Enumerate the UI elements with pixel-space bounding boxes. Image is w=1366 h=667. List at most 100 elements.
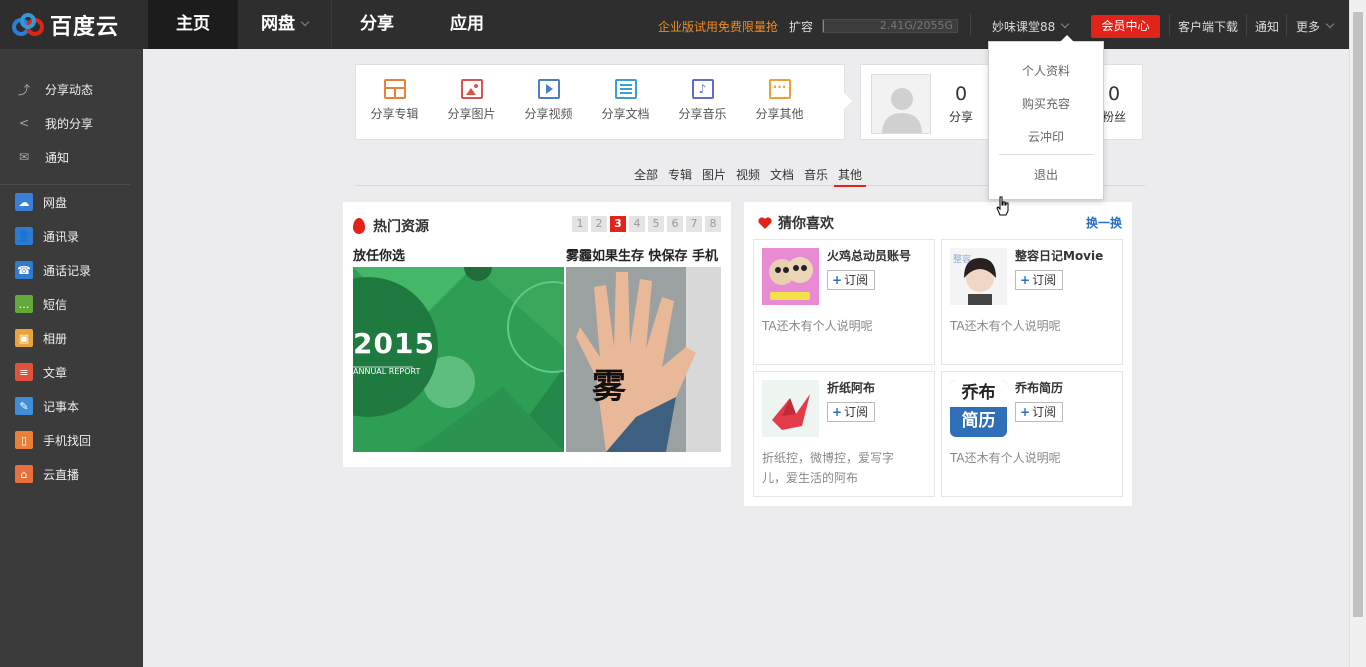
vip-center-button[interactable]: 会员中心 [1091,15,1160,38]
brand-name: 百度云 [50,14,120,40]
sidebar-item-sms[interactable]: … 短信 [0,289,143,319]
resource-image-report[interactable]: 2015 ANNUAL REPORT [353,267,564,452]
tab-music[interactable]: 音乐 [804,166,828,187]
menu-item-profile[interactable]: 个人资料 [989,62,1103,79]
sidebar-item-phone-find[interactable]: ▯ 手机找回 [0,425,143,455]
user-dropdown-menu: 个人资料 购买充容 云冲印 退出 [988,35,1104,200]
card-avatar[interactable]: 乔布 简历 [950,380,1007,437]
enterprise-promo-link[interactable]: 企业版试用免费限量抢 [658,18,778,35]
sidebar-item-activity[interactable]: ⤴ 分享动态 [0,74,143,104]
card-name[interactable]: 整容日记Movie [1015,247,1103,264]
share-music-label: 分享音乐 [678,107,727,121]
hot-resources-panel: 热门资源 1 2 3 4 5 6 7 8 放任你选 雾霾如果生存 快保存 手机 … [343,202,731,467]
sidebar-item-netdisk[interactable]: ☁ 网盘 [0,187,143,217]
recommend-card[interactable]: 折纸阿布 + 订阅 折纸控，微博控，爱写字儿，爱生活的阿布 [753,371,935,497]
tab-all[interactable]: 全部 [634,166,658,187]
resource-caption[interactable]: 放任你选 [353,245,564,265]
divider [1286,14,1287,36]
tab-document[interactable]: 文档 [770,166,794,187]
sidebar-divider [0,184,130,185]
sidebar-item-notepad[interactable]: ✎ 记事本 [0,391,143,421]
page-1[interactable]: 1 [572,216,588,232]
scrollbar-thumb[interactable] [1353,12,1363,617]
subscribe-button[interactable]: + 订阅 [1015,270,1063,290]
sidebar-item-my-shares[interactable]: < 我的分享 [0,108,143,138]
share-icon: < [18,116,30,130]
resource-image-smog[interactable]: 雾 [566,267,721,452]
page-6[interactable]: 6 [667,216,683,232]
tab-album[interactable]: 专辑 [668,166,692,187]
nav-apps[interactable]: 应用 [421,0,513,49]
share-album-button[interactable]: 分享专辑 [356,77,433,127]
expand-storage-link[interactable]: 扩容 [789,18,813,35]
card-name[interactable]: 乔布简历 [1015,379,1063,396]
plus-icon: + [1020,405,1031,419]
chevron-down-icon [1325,19,1335,29]
recommend-card[interactable]: 乔布 简历 乔布简历 + 订阅 TA还木有个人说明呢 [941,371,1123,497]
avatar[interactable] [871,74,931,134]
cloud-icon: ☁ [15,193,33,211]
username: 妙味课堂88 [992,20,1056,34]
client-download-link[interactable]: 客户端下载 [1178,18,1238,35]
subscribe-button[interactable]: + 订阅 [827,402,875,422]
subscribe-label: 订阅 [1032,405,1057,419]
report-subtitle: ANNUAL REPORT [353,367,421,376]
menu-item-logout[interactable]: 退出 [989,166,1103,183]
card-avatar[interactable]: 整容 [950,248,1007,305]
page-7[interactable]: 7 [686,216,702,232]
sidebar-item-label: 文章 [43,365,68,380]
card-avatar[interactable] [762,248,819,305]
guess-title-text: 猜你喜欢 [778,216,834,232]
nav-share[interactable]: 分享 [333,0,421,49]
sidebar-item-album[interactable]: ▣ 相册 [0,323,143,353]
sidebar-item-live[interactable]: ⌂ 云直播 [0,459,143,489]
share-video-button[interactable]: 分享视频 [510,77,587,127]
page-4[interactable]: 4 [629,216,645,232]
share-document-button[interactable]: 分享文档 [587,77,664,127]
sidebar-item-call-log[interactable]: ☎ 通话记录 [0,255,143,285]
tab-image[interactable]: 图片 [702,166,726,187]
card-avatar[interactable] [762,380,819,437]
share-music-button[interactable]: ♪ 分享音乐 [664,77,741,127]
more-menu[interactable]: 更多 [1296,18,1335,35]
page-8[interactable]: 8 [705,216,721,232]
sidebar-item-contacts[interactable]: 👤 通讯录 [0,221,143,251]
video-icon [537,79,560,99]
contact-icon: 👤 [15,227,33,245]
recommend-card[interactable]: 火鸡总动员账号 + 订阅 TA还木有个人说明呢 [753,239,935,365]
page-3[interactable]: 3 [610,216,626,232]
username-menu[interactable]: 妙味课堂88 [992,18,1070,35]
origami-avatar-image [762,380,819,437]
refresh-link[interactable]: 换一换 [1086,214,1122,231]
notification-link[interactable]: 通知 [1255,18,1279,35]
sidebar-item-notifications[interactable]: ✉ 通知 [0,142,143,172]
share-other-button[interactable]: ··· 分享其他 [741,77,818,127]
share-count[interactable]: 0 分享 [941,83,981,125]
menu-item-purchase[interactable]: 购买充容 [989,95,1103,112]
mail-icon: ✉ [18,150,30,164]
subscribe-button[interactable]: + 订阅 [827,270,875,290]
nav-home[interactable]: 主页 [148,0,238,49]
menu-item-cloud-print[interactable]: 云冲印 [989,128,1103,145]
logo[interactable]: 百度云 [0,0,148,49]
resource-caption[interactable]: 雾霾如果生存 快保存 手机 [566,245,721,265]
vertical-scrollbar[interactable] [1349,0,1366,667]
page-5[interactable]: 5 [648,216,664,232]
heart-icon [758,217,772,229]
plus-icon: + [832,273,843,287]
sidebar-item-label: 相册 [43,331,68,346]
subscribe-label: 订阅 [844,273,869,287]
share-image-button[interactable]: 分享图片 [433,77,510,127]
tab-other[interactable]: 其他 [834,166,867,187]
subscribe-button[interactable]: + 订阅 [1015,402,1063,422]
card-name[interactable]: 折纸阿布 [827,379,875,396]
sidebar-item-articles[interactable]: ≡ 文章 [0,357,143,387]
nav-disk-label: 网盘 [261,14,295,34]
nav-disk[interactable]: 网盘 [238,0,332,49]
recommend-card[interactable]: 整容 整容日记Movie + 订阅 TA还木有个人说明呢 [941,239,1123,365]
card-name[interactable]: 火鸡总动员账号 [827,247,911,264]
girl-avatar-image: 整容 [950,248,1007,305]
page-2[interactable]: 2 [591,216,607,232]
tab-video[interactable]: 视频 [736,166,760,187]
storage-quota-bar: 2.41G/2055G [822,19,958,33]
